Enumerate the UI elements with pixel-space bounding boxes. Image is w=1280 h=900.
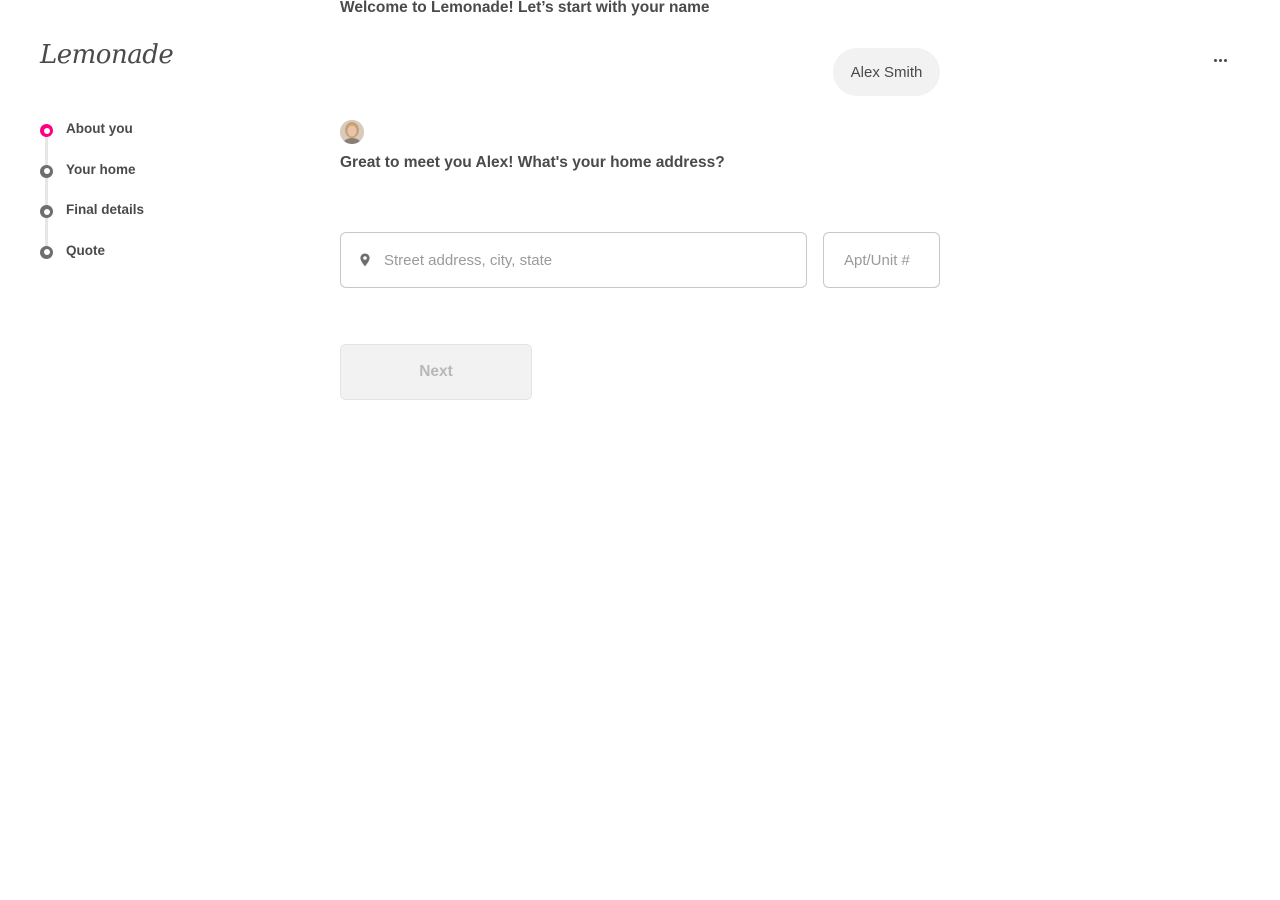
step-active-dot-icon (40, 124, 53, 137)
apt-unit-field[interactable] (823, 232, 940, 288)
lemonade-logo[interactable]: Lemonade (40, 40, 174, 70)
apt-unit-input[interactable] (842, 250, 939, 270)
step-label: Quote (66, 242, 105, 258)
step-quote[interactable]: Quote (40, 240, 260, 281)
address-field[interactable] (340, 232, 807, 288)
more-options-icon[interactable] (1206, 50, 1234, 70)
progress-steps: About you Your home Final details Quote (40, 118, 260, 280)
step-dot-icon (40, 205, 53, 218)
step-label: Final details (66, 202, 145, 217)
step-about-you[interactable]: About you (40, 118, 260, 159)
assistant-avatar (340, 120, 364, 144)
next-button[interactable]: Next (340, 344, 532, 400)
page: Lemonade About you Your home Final detai… (0, 0, 1280, 900)
step-your-home[interactable]: Your home (40, 159, 260, 200)
address-input[interactable] (382, 250, 806, 270)
bot-question-address: Great to meet you Alex! What's your home… (340, 154, 725, 171)
step-dot-icon (40, 245, 53, 259)
step-label: Your home (66, 161, 136, 177)
location-pin-icon (360, 253, 370, 267)
step-label: About you (66, 121, 133, 136)
assistant-avatar-image (340, 120, 364, 144)
step-dot-icon (40, 164, 53, 178)
user-answer-bubble[interactable]: Alex Smith (833, 48, 940, 96)
step-final-details[interactable]: Final details (40, 199, 260, 240)
bot-question-name: Welcome to Lemonade! Let’s start with yo… (340, 0, 710, 16)
